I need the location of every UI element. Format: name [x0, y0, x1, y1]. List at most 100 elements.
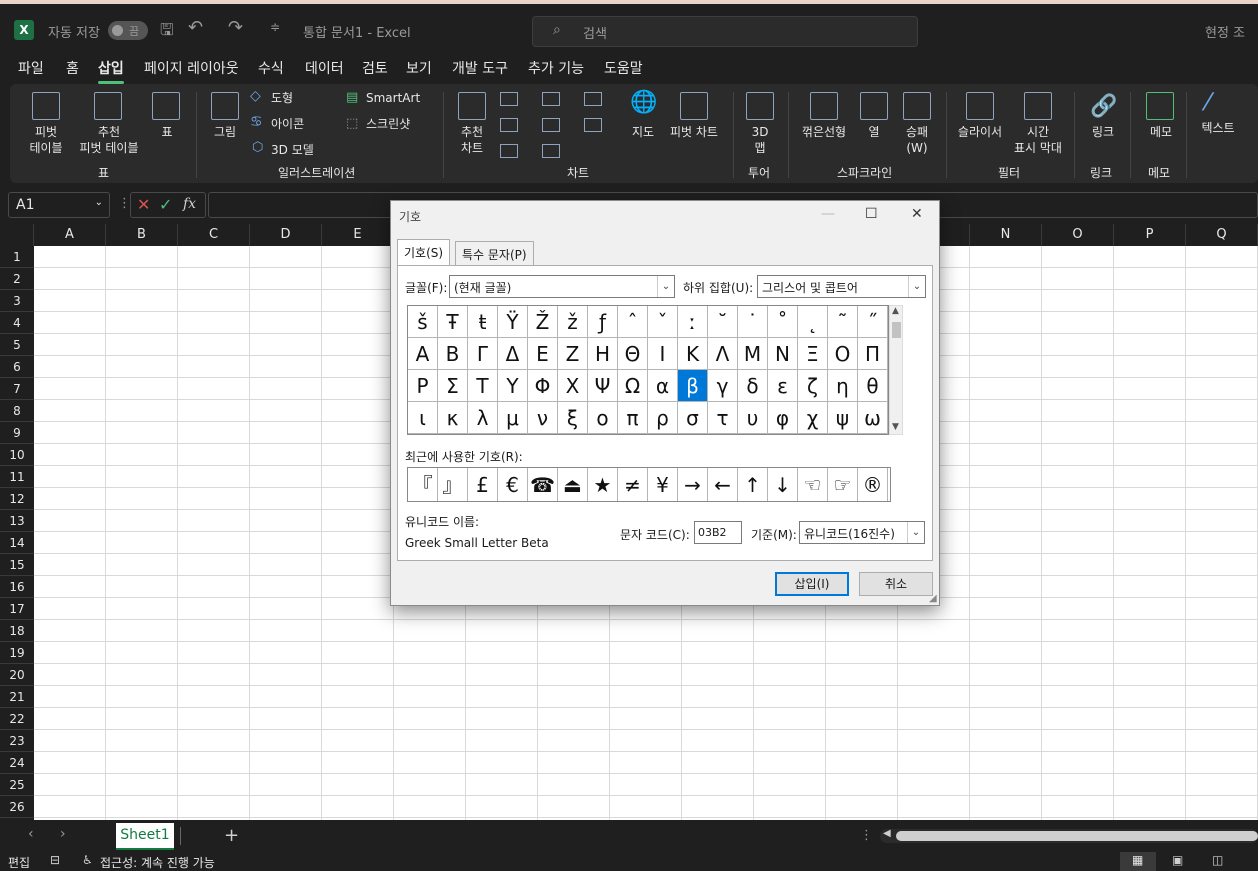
- search-box[interactable]: ⌕ 검색: [532, 16, 918, 47]
- font-select[interactable]: (현재 글꼴) ⌄: [449, 275, 675, 298]
- symbol-cell[interactable]: Κ: [678, 338, 708, 370]
- symbol-cell[interactable]: Ŧ: [438, 306, 468, 338]
- symbol-cell[interactable]: Ι: [648, 338, 678, 370]
- symbol-cell[interactable]: φ: [768, 402, 798, 434]
- picture-button[interactable]: 그림: [206, 124, 244, 140]
- scrollbar-thumb[interactable]: [892, 322, 901, 338]
- recent-symbol-cell[interactable]: ⏏: [558, 468, 588, 501]
- symbol-cell[interactable]: Ω: [618, 370, 648, 402]
- row-header[interactable]: 2: [0, 268, 34, 290]
- row-header[interactable]: 10: [0, 444, 34, 466]
- row-header[interactable]: 1: [0, 246, 34, 268]
- tab-addins[interactable]: 추가 기능: [528, 58, 584, 78]
- symbol-cell[interactable]: ˇ: [648, 306, 678, 338]
- symbol-cell[interactable]: ρ: [648, 402, 678, 434]
- row-header[interactable]: 4: [0, 312, 34, 334]
- cancel-icon[interactable]: ✕: [137, 195, 150, 214]
- symbol-cell[interactable]: ζ: [798, 370, 828, 402]
- symbol-cell[interactable]: Ο: [828, 338, 858, 370]
- symbol-cell[interactable]: ˆ: [618, 306, 648, 338]
- symbol-cell[interactable]: ˘: [708, 306, 738, 338]
- macro-record-icon[interactable]: ⊟: [50, 853, 60, 867]
- symbol-cell[interactable]: Ξ: [798, 338, 828, 370]
- tab-insert[interactable]: 삽입: [98, 58, 124, 84]
- row-header[interactable]: 21: [0, 686, 34, 708]
- symbol-cell[interactable]: Α: [408, 338, 438, 370]
- recent-symbol-cell[interactable]: ↑: [738, 468, 768, 501]
- redo-icon[interactable]: ↷: [228, 17, 243, 38]
- column-header[interactable]: Q: [1186, 224, 1258, 246]
- symbol-cell[interactable]: α: [648, 370, 678, 402]
- cancel-button[interactable]: 취소: [859, 572, 933, 596]
- recent-symbol-cell[interactable]: ☎: [528, 468, 558, 501]
- recent-symbol-cell[interactable]: ←: [708, 468, 738, 501]
- symbol-cell[interactable]: Μ: [738, 338, 768, 370]
- symbol-cell[interactable]: Ρ: [408, 370, 438, 402]
- symbol-cell[interactable]: Γ: [468, 338, 498, 370]
- comment-button[interactable]: 메모: [1144, 124, 1178, 140]
- 3d-map-button[interactable]: 3D 맵: [744, 124, 776, 156]
- row-header[interactable]: 19: [0, 642, 34, 664]
- scatter-chart-icon[interactable]: [542, 144, 560, 158]
- insert-function-icon[interactable]: fx: [183, 196, 196, 212]
- tab-formulas[interactable]: 수식: [258, 58, 284, 78]
- maps-button[interactable]: 지도: [628, 124, 658, 140]
- symbol-cell[interactable]: š: [408, 306, 438, 338]
- column-header[interactable]: A: [34, 224, 106, 246]
- recommended-charts-button[interactable]: 추천 차트: [454, 124, 490, 156]
- symbol-cell[interactable]: χ: [798, 402, 828, 434]
- pie-chart-icon[interactable]: [500, 144, 518, 158]
- undo-icon[interactable]: ↶: [188, 17, 203, 38]
- scrollbar-thumb[interactable]: [896, 831, 1258, 841]
- recent-symbol-cell[interactable]: →: [678, 468, 708, 501]
- symbol-cell[interactable]: Τ: [468, 370, 498, 402]
- symbol-cell[interactable]: π: [618, 402, 648, 434]
- symbol-cell-selected[interactable]: β: [678, 370, 708, 402]
- symbol-cell[interactable]: Φ: [528, 370, 558, 402]
- symbol-cell[interactable]: ι: [408, 402, 438, 434]
- column-header[interactable]: D: [250, 224, 322, 246]
- resize-grip-icon[interactable]: ◢: [929, 593, 937, 604]
- symbol-cell[interactable]: ξ: [558, 402, 588, 434]
- symbol-cell[interactable]: δ: [738, 370, 768, 402]
- row-header[interactable]: 7: [0, 378, 34, 400]
- recent-symbol-cell[interactable]: ☞: [828, 468, 858, 501]
- prev-sheet-icon[interactable]: ‹: [28, 826, 34, 842]
- winloss-sparkline-button[interactable]: 승패 (W): [898, 124, 936, 156]
- row-header[interactable]: 25: [0, 774, 34, 796]
- screenshot-button[interactable]: 스크린샷: [366, 116, 410, 132]
- recent-symbol-cell[interactable]: €: [498, 468, 528, 501]
- add-sheet-button[interactable]: +: [224, 825, 239, 846]
- symbol-cell[interactable]: Χ: [558, 370, 588, 402]
- shapes-button[interactable]: 도형: [271, 90, 293, 106]
- line-sparkline-button[interactable]: 꺾은선형: [798, 124, 850, 140]
- autosave-toggle[interactable]: 끔: [108, 21, 148, 40]
- link-button[interactable]: 링크: [1088, 124, 1118, 140]
- row-header[interactable]: 20: [0, 664, 34, 686]
- symbol-cell[interactable]: ŧ: [468, 306, 498, 338]
- user-name[interactable]: 현정 조: [1205, 22, 1245, 41]
- row-header[interactable]: 13: [0, 510, 34, 532]
- row-header[interactable]: 15: [0, 554, 34, 576]
- symbol-cell[interactable]: ˚: [768, 306, 798, 338]
- combo-chart-icon[interactable]: [584, 118, 602, 132]
- recent-symbol-cell[interactable]: 』: [438, 468, 468, 501]
- row-header[interactable]: 16: [0, 576, 34, 598]
- symbol-cell[interactable]: Λ: [708, 338, 738, 370]
- symbol-cell[interactable]: Ζ: [558, 338, 588, 370]
- slicer-button[interactable]: 슬라이서: [954, 124, 1006, 140]
- row-header[interactable]: 26: [0, 796, 34, 818]
- recent-symbol-cell[interactable]: 『: [408, 468, 438, 501]
- symbol-cell[interactable]: Δ: [498, 338, 528, 370]
- symbol-cell[interactable]: Υ: [498, 370, 528, 402]
- symbol-cell[interactable]: ž: [558, 306, 588, 338]
- recent-symbols[interactable]: 『』 £ € ☎ ⏏ ★ ≠ ¥ → ← ↑ ↓ ☜ ☞ ®: [407, 467, 891, 502]
- smartart-button[interactable]: SmartArt: [366, 90, 420, 106]
- symbol-cell[interactable]: ː: [678, 306, 708, 338]
- column-header[interactable]: N: [970, 224, 1042, 246]
- column-header[interactable]: O: [1042, 224, 1114, 246]
- row-header[interactable]: 9: [0, 422, 34, 444]
- line-chart-icon[interactable]: [500, 118, 518, 132]
- recent-symbol-cell[interactable]: ≠: [618, 468, 648, 501]
- insert-button[interactable]: 삽입(I): [775, 572, 849, 596]
